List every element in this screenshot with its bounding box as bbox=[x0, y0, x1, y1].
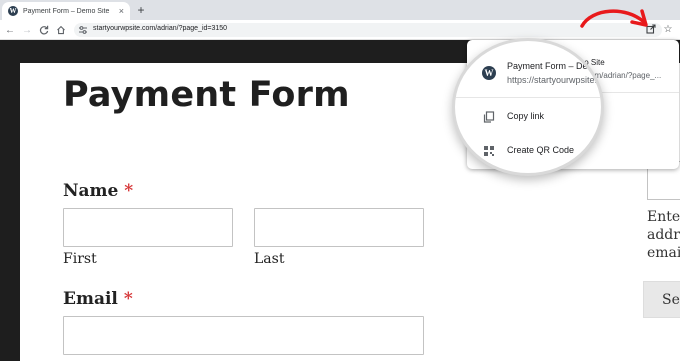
tab-close-button[interactable]: × bbox=[119, 6, 124, 16]
last-sublabel: Last bbox=[254, 251, 285, 267]
first-name-input[interactable] bbox=[63, 208, 233, 247]
tab-title: Payment Form – Demo Site bbox=[23, 7, 110, 15]
sidebar-text-line: emai bbox=[647, 245, 680, 261]
back-button[interactable]: ← bbox=[3, 22, 17, 38]
required-asterisk: * bbox=[124, 181, 134, 201]
email-label: Email * bbox=[63, 289, 133, 309]
menu-item-copy-link[interactable]: Copy link bbox=[455, 103, 601, 131]
site-info-icon[interactable] bbox=[78, 25, 88, 35]
new-tab-button[interactable]: + bbox=[134, 2, 148, 18]
email-label-text: Email bbox=[63, 289, 118, 309]
url-text: startyourwpsite.com/adrian/?page_id=3150 bbox=[93, 25, 228, 32]
page-title: Payment Form bbox=[63, 75, 350, 115]
name-label-text: Name bbox=[63, 181, 119, 201]
name-label: Name * bbox=[63, 181, 133, 201]
menu-divider bbox=[455, 97, 601, 98]
qr-code-icon bbox=[484, 146, 494, 156]
forward-button[interactable]: → bbox=[20, 22, 34, 38]
menu-item-label: Copy link bbox=[507, 111, 545, 121]
first-sublabel: First bbox=[63, 251, 97, 267]
last-name-input[interactable] bbox=[254, 208, 424, 247]
sidebar-text-line: addre bbox=[647, 227, 680, 243]
share-page-title: Payment Form – Demo Site bbox=[507, 61, 601, 71]
home-button[interactable] bbox=[54, 22, 68, 38]
copy-icon bbox=[483, 111, 495, 123]
reload-icon bbox=[39, 25, 49, 35]
annotation-arrow-icon bbox=[580, 9, 648, 28]
menu-item-create-qr[interactable]: Create QR Code bbox=[455, 137, 601, 165]
wordpress-favicon-icon: W bbox=[482, 66, 496, 80]
magnified-share-menu: W Payment Form – Demo Site https://start… bbox=[455, 41, 601, 173]
menu-item-label: Create QR Code bbox=[507, 145, 575, 155]
reload-button[interactable] bbox=[37, 22, 51, 38]
email-input[interactable] bbox=[63, 316, 424, 355]
wordpress-favicon-icon: W bbox=[8, 6, 18, 16]
magnifier-lens: W Payment Form – Demo Site https://start… bbox=[452, 38, 604, 176]
required-asterisk: * bbox=[123, 289, 133, 309]
home-icon bbox=[57, 25, 65, 35]
tab-payment-form[interactable]: W Payment Form – Demo Site × bbox=[2, 2, 130, 20]
sidebar-text-line: Enter bbox=[647, 209, 680, 225]
share-page-url: https://startyourwpsite.com/adrian/?page… bbox=[507, 75, 602, 85]
sidebar-submit-button[interactable]: Se bbox=[643, 281, 680, 318]
bookmark-star-button[interactable]: ☆ bbox=[661, 21, 675, 37]
